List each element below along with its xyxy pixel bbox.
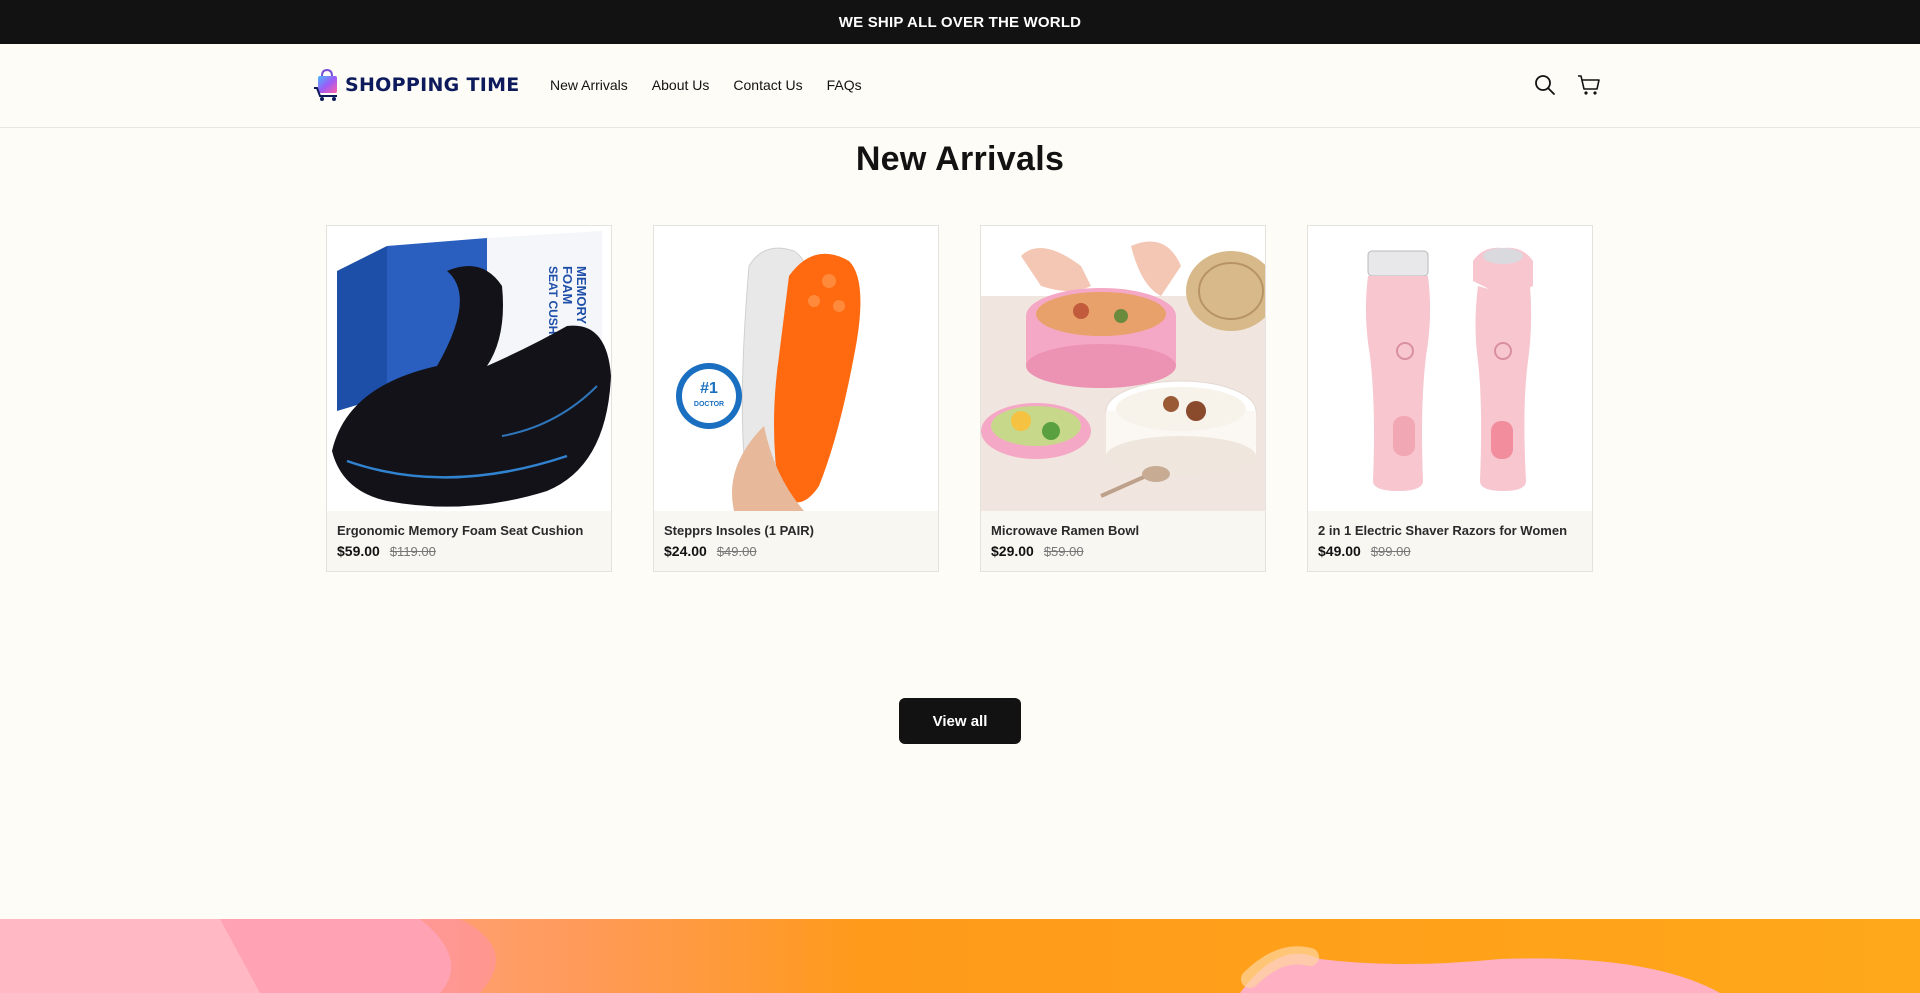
svg-text:#1: #1 (700, 380, 718, 397)
nav-item-contact-us[interactable]: Contact Us (733, 77, 802, 93)
site-header: SHOPPING TIME New Arrivals About Us Cont… (0, 44, 1920, 128)
announcement-text: WE SHIP ALL OVER THE WORLD (838, 13, 1082, 31)
view-all-button[interactable]: View all (899, 698, 1021, 744)
announcement-bar: WE SHIP ALL OVER THE WORLD (0, 0, 1920, 44)
product-card[interactable]: MEMORY FOAM SEAT CUSHION Ergonomic Memor… (326, 225, 612, 572)
product-price: $24.00 (664, 543, 707, 559)
svg-text:FOAM: FOAM (560, 266, 575, 304)
brand-logo[interactable]: SHOPPING TIME (313, 68, 520, 102)
shopping-bag-cart-icon (314, 68, 337, 101)
product-image-ramen-bowl[interactable] (981, 226, 1265, 511)
product-card[interactable]: Microwave Ramen Bowl $29.00 $59.00 (980, 225, 1266, 572)
product-compare-price: $119.00 (389, 544, 436, 559)
nav-item-about-us[interactable]: About Us (652, 77, 710, 93)
product-card[interactable]: #1 DOCTOR Stepprs Insoles (1 PAIR) $24.0… (653, 225, 939, 572)
nav-item-new-arrivals[interactable]: New Arrivals (550, 77, 628, 93)
promo-banner-graphic (0, 919, 1920, 993)
product-image-electric-shaver[interactable] (1308, 226, 1592, 511)
search-icon (1535, 75, 1555, 95)
product-compare-price: $59.00 (1043, 544, 1084, 559)
cart-button[interactable] (1576, 72, 1602, 98)
product-image-seat-cushion[interactable]: MEMORY FOAM SEAT CUSHION (327, 226, 611, 511)
svg-text:DOCTOR: DOCTOR (694, 401, 724, 408)
product-compare-price: $99.00 (1370, 544, 1411, 559)
product-card[interactable]: 2 in 1 Electric Shaver Razors for Women … (1307, 225, 1593, 572)
product-grid: MEMORY FOAM SEAT CUSHION Ergonomic Memor… (326, 225, 1593, 572)
main-nav: New Arrivals About Us Contact Us FAQs (550, 77, 862, 93)
product-compare-price: $49.00 (716, 544, 757, 559)
product-image-insoles[interactable]: #1 DOCTOR (654, 226, 938, 511)
product-title[interactable]: Ergonomic Memory Foam Seat Cushion (337, 521, 601, 541)
product-price: $29.00 (991, 543, 1034, 559)
product-title[interactable]: Microwave Ramen Bowl (991, 521, 1255, 541)
svg-text:MEMORY: MEMORY (574, 266, 589, 324)
header-icons (1532, 72, 1602, 98)
cart-icon (1578, 75, 1600, 95)
product-price: $59.00 (337, 543, 380, 559)
section-title: New Arrivals (855, 140, 1065, 178)
nav-item-faqs[interactable]: FAQs (827, 77, 862, 93)
brand-name: SHOPPING TIME (345, 74, 520, 96)
product-title[interactable]: 2 in 1 Electric Shaver Razors for Women (1318, 521, 1582, 541)
product-title[interactable]: Stepprs Insoles (1 PAIR) (664, 521, 928, 541)
search-button[interactable] (1532, 72, 1558, 98)
product-price: $49.00 (1318, 543, 1361, 559)
